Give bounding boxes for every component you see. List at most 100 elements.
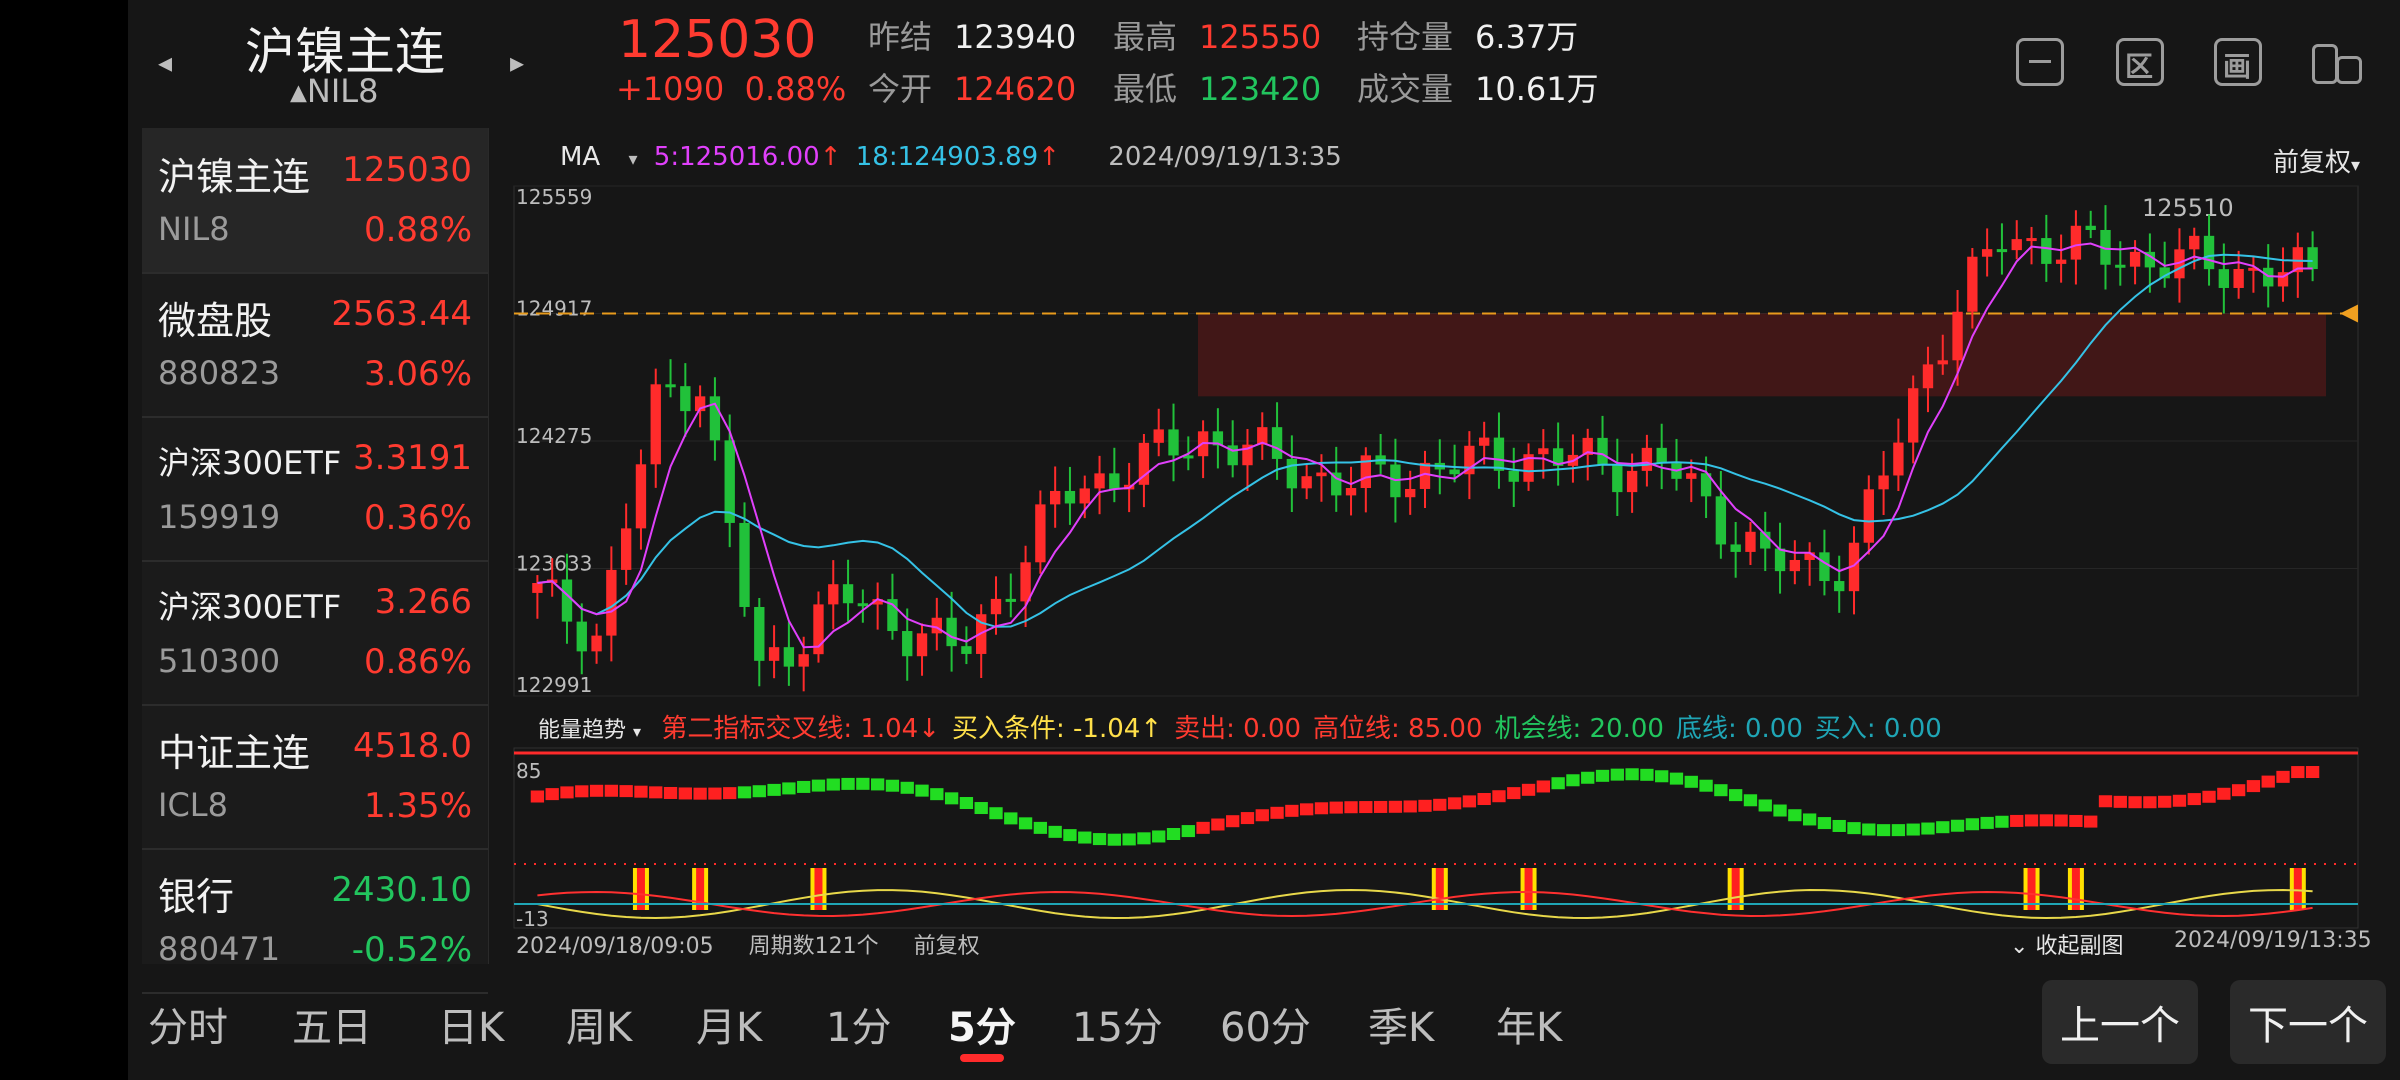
candle-body (1715, 496, 1727, 545)
candle-body (798, 654, 809, 667)
next-symbol-arrow-icon[interactable]: ▸ (510, 46, 524, 79)
candle-body (857, 603, 869, 607)
tab-6[interactable]: 5分 (948, 995, 1016, 1053)
stat-label: 昨结 (868, 18, 933, 56)
y-tick-label: 125559 (516, 185, 592, 209)
indicator-value: 第二指标交叉线: 1.04↓ (661, 714, 941, 744)
collapse-subchart-button[interactable]: ⌄ 收起副图 (2010, 928, 2123, 960)
tab-9[interactable]: 季K (1368, 995, 1434, 1053)
watchlist-item[interactable]: 沪镍主连 125030 NIL8 0.88% (142, 128, 488, 274)
candle-body (1626, 470, 1638, 493)
energy-block (2054, 814, 2068, 827)
candle-body (2026, 238, 2037, 242)
energy-block (1492, 790, 1506, 803)
tab-4[interactable]: 月K (696, 995, 762, 1053)
prev-button[interactable]: 上一个 (2042, 980, 2198, 1064)
energy-block (723, 787, 737, 800)
candle-body (1878, 475, 1889, 490)
candle-body (1834, 581, 1845, 592)
energy-block (1152, 830, 1166, 843)
candle-body (1271, 427, 1283, 459)
region-icon[interactable]: 区 (2116, 38, 2164, 86)
watchlist-item[interactable]: 微盘股 2563.44 880823 3.06% (142, 272, 488, 418)
candle-body (1109, 473, 1120, 490)
energy-block (2084, 815, 2098, 828)
symbol-code[interactable]: ▲NIL8 (290, 72, 378, 110)
energy-block (767, 783, 781, 796)
candle-body (768, 647, 780, 661)
candle-body (1597, 437, 1608, 465)
split-screen-icon[interactable] (2308, 34, 2364, 90)
tab-5[interactable]: 1分 (826, 995, 891, 1053)
tab-0[interactable]: 分时 (148, 995, 228, 1053)
prev-symbol-arrow-icon[interactable]: ◂ (158, 46, 172, 79)
watchlist-item[interactable]: 沪深300ETF 3.3191 159919 0.36% (142, 416, 488, 562)
candle-body (680, 386, 691, 412)
tab-1[interactable]: 五日 (292, 995, 372, 1053)
tab-7[interactable]: 15分 (1072, 995, 1163, 1053)
watchlist-item[interactable]: 沪深300ETF 3.266 510300 0.86% (142, 560, 488, 706)
energy-block (1758, 799, 1772, 812)
energy-block (2069, 814, 2083, 827)
energy-block (649, 786, 663, 799)
canvas-icon[interactable]: 画 (2214, 38, 2262, 86)
indicator-selector[interactable]: 能量趋势 ▾ (538, 718, 641, 743)
energy-block (1507, 787, 1521, 800)
candle-body (1493, 437, 1505, 471)
candle-body (1908, 388, 1919, 443)
candle-body (1079, 488, 1090, 504)
energy-block (974, 802, 988, 815)
stat-4: 持仓量 6.37万 (1357, 12, 1578, 58)
tab-10[interactable]: 年K (1496, 995, 1562, 1053)
stat-value: 125550 (1199, 18, 1322, 56)
indicator-value: 卖出: 0.00 (1174, 714, 1302, 744)
watchlist-item[interactable]: 中证主连 4518.0 ICL8 1.35% (142, 704, 488, 850)
tab-8[interactable]: 60分 (1220, 995, 1311, 1053)
energy-block (2158, 795, 2172, 808)
watch-name: 沪镍主连 (158, 155, 311, 199)
energy-block (1965, 818, 1980, 831)
candle-body (1168, 429, 1179, 456)
energy-block (2261, 775, 2275, 788)
candlestick-chart[interactable]: 12555912491712427512363312299112551085-1… (500, 128, 2380, 964)
energy-block (530, 790, 545, 803)
energy-block (2231, 784, 2246, 797)
chart-area: MA ▾ 5:125016.00↑ 18:124903.89↑ 2024/09/… (500, 128, 2380, 964)
watch-price: 2430.10 (331, 870, 472, 910)
stat-1: 今开 124620 (868, 64, 1076, 110)
candle-body (828, 584, 839, 605)
energy-block (1359, 801, 1373, 814)
candle-body (1656, 447, 1667, 464)
energy-block (545, 788, 559, 801)
end-time: 2024/09/19/13:35 (2174, 928, 2372, 953)
energy-block (2202, 790, 2216, 803)
energy-block (1936, 821, 1950, 834)
energy-block (1536, 780, 1551, 793)
watch-name: 银行 (158, 875, 235, 919)
energy-block (1314, 802, 1329, 815)
energy-block (1921, 822, 1935, 835)
energy-block (1655, 770, 1669, 783)
energy-block (1551, 777, 1565, 790)
candle-body (2307, 247, 2318, 270)
minimize-icon[interactable] (2016, 38, 2064, 86)
watch-name: 沪深300ETF (158, 588, 342, 626)
energy-block (2276, 770, 2290, 783)
watch-price: 3.3191 (353, 438, 472, 478)
next-button[interactable]: 下一个 (2230, 980, 2386, 1064)
tab-3[interactable]: 周K (566, 995, 632, 1053)
watchlist-item[interactable]: 银行 2430.10 880471 -0.52% (142, 848, 488, 994)
energy-block (2305, 766, 2320, 778)
tab-2[interactable]: 日K (438, 995, 504, 1053)
candle-body (1952, 311, 1963, 361)
energy-block (1906, 823, 1920, 836)
watch-name: 中证主连 (158, 731, 311, 775)
energy-block (1196, 821, 1210, 834)
energy-block (634, 785, 648, 798)
candle-body (1937, 360, 1948, 365)
energy-block (1477, 793, 1491, 806)
energy-block (2039, 814, 2053, 827)
energy-block (782, 782, 796, 795)
watch-code: ICL8 (158, 786, 228, 824)
candle-body (946, 617, 957, 647)
